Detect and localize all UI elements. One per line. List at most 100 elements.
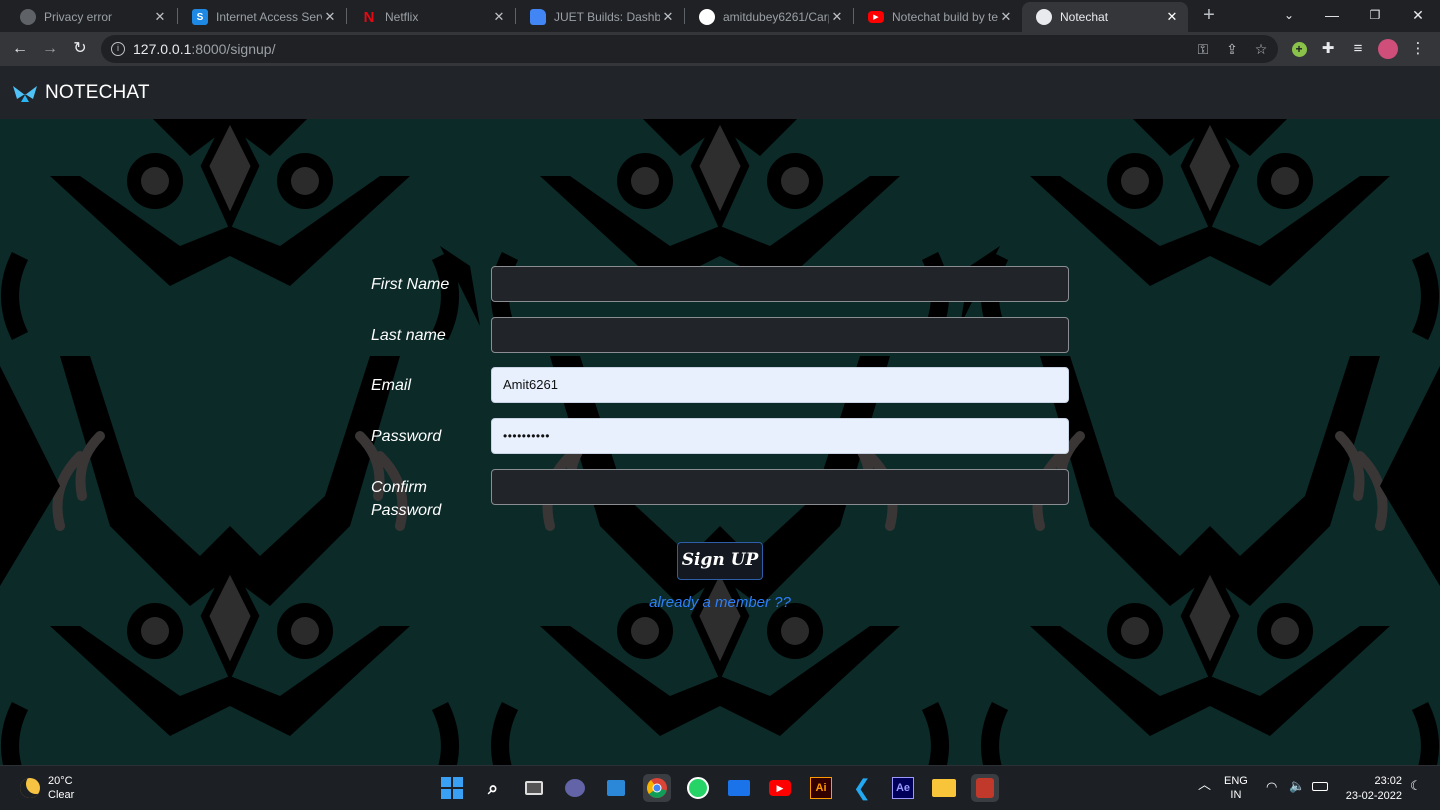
- tab-title: Internet Access Servic: [216, 10, 322, 24]
- task-view-icon[interactable]: [520, 774, 548, 802]
- windows-start-icon[interactable]: [438, 774, 466, 802]
- tab-internet-access[interactable]: S Internet Access Servic ✕: [178, 2, 346, 32]
- tab-title: Notechat build by tea: [892, 10, 998, 24]
- url-path: :8000/signup/: [191, 41, 276, 57]
- minimize-button[interactable]: —: [1309, 0, 1355, 30]
- tab-title: Notechat: [1060, 10, 1109, 24]
- weather-desc: Clear: [48, 789, 75, 801]
- tab-youtube[interactable]: ▶ Notechat build by tea ✕: [854, 2, 1022, 32]
- last-name-input[interactable]: [491, 317, 1069, 353]
- email-input[interactable]: Amit6261: [491, 367, 1069, 403]
- sign-up-button[interactable]: Sign UP: [677, 542, 763, 580]
- brand-name: NOTECHAT: [45, 82, 150, 103]
- search-icon[interactable]: ⌕: [479, 774, 507, 802]
- browser-toolbar: ← → ↻ i 127.0.0.1:8000/signup/ ⚿ ⇪ ☆ + ✚…: [0, 32, 1440, 66]
- reload-button[interactable]: ↻: [68, 37, 92, 61]
- password-input[interactable]: ••••••••••: [491, 418, 1069, 454]
- tab-title: Privacy error: [44, 10, 113, 24]
- confirm-password-input[interactable]: [491, 469, 1069, 505]
- system-clock[interactable]: 23:02 23-02-2022: [1338, 774, 1402, 804]
- notechat-logo-icon: [13, 86, 37, 102]
- tab-search-icon[interactable]: ⌄: [1266, 0, 1312, 30]
- back-button[interactable]: ←: [8, 37, 32, 61]
- notifications-icon[interactable]: ☾: [1410, 779, 1422, 793]
- browser-tab-strip: Privacy error ✕ S Internet Access Servic…: [0, 0, 1440, 32]
- tab-notechat[interactable]: Notechat ✕: [1022, 2, 1188, 32]
- file-explorer-icon[interactable]: [930, 774, 958, 802]
- language-indicator[interactable]: ENG IN: [1224, 774, 1248, 802]
- vscode-icon[interactable]: ❮: [848, 774, 876, 802]
- mail-icon[interactable]: [725, 774, 753, 802]
- forward-button[interactable]: →: [38, 37, 62, 61]
- close-window-button[interactable]: ✕: [1395, 0, 1440, 30]
- tab-github[interactable]: amitdubey6261/Carp ✕: [685, 2, 853, 32]
- owl-pattern-background: [0, 66, 1440, 765]
- youtube-app-icon[interactable]: ▶: [766, 774, 794, 802]
- after-effects-icon[interactable]: Ae: [889, 774, 917, 802]
- already-member-link[interactable]: already a member ??: [649, 594, 791, 611]
- close-icon[interactable]: ✕: [152, 9, 168, 25]
- site-info-icon[interactable]: i: [111, 42, 125, 56]
- confirm-label-line1: Confirm: [371, 479, 428, 496]
- moon-icon: [20, 778, 40, 798]
- close-icon[interactable]: ✕: [660, 9, 676, 25]
- address-bar[interactable]: i 127.0.0.1:8000/signup/ ⚿ ⇪ ☆: [101, 35, 1278, 63]
- close-icon[interactable]: ✕: [998, 9, 1014, 25]
- globe-icon: [1036, 9, 1052, 25]
- close-icon[interactable]: ✕: [829, 9, 845, 25]
- github-icon: [699, 9, 715, 25]
- close-icon[interactable]: ✕: [1164, 9, 1180, 25]
- media-queue-icon[interactable]: ≡: [1348, 39, 1368, 59]
- share-icon[interactable]: ⇪: [1222, 40, 1242, 58]
- password-label: Password: [371, 428, 442, 445]
- clock-date: 23-02-2022: [1345, 790, 1402, 802]
- confirm-label-line2: Password: [371, 502, 442, 519]
- tab-title: Netflix: [385, 10, 419, 24]
- brand-link[interactable]: NOTECHAT: [12, 82, 150, 104]
- first-name-label: First Name: [371, 276, 450, 293]
- profile-avatar[interactable]: [1378, 39, 1398, 59]
- weather-temp: 20°C: [48, 775, 73, 787]
- tab-juet-builds[interactable]: JUET Builds: Dashboa ✕: [516, 2, 684, 32]
- tab-netflix[interactable]: N Netflix ✕: [347, 2, 515, 32]
- teams-chat-icon[interactable]: [561, 774, 589, 802]
- netflix-icon: N: [363, 8, 375, 26]
- close-icon[interactable]: ✕: [322, 9, 338, 25]
- extension-green-icon[interactable]: +: [1289, 39, 1309, 59]
- weather-widget[interactable]: 20°C Clear: [20, 774, 74, 802]
- language-line2: IN: [1230, 789, 1242, 801]
- whatsapp-icon[interactable]: [684, 774, 712, 802]
- windows-taskbar: 20°C Clear ⌕ ▶ Ai ❮ Ae ︿ ENG IN ◠ 🔈 23:0…: [0, 765, 1440, 810]
- bookmark-star-icon[interactable]: ☆: [1251, 40, 1271, 58]
- youtube-icon: ▶: [868, 11, 884, 23]
- extensions-puzzle-icon[interactable]: ✚: [1318, 39, 1338, 59]
- wifi-icon[interactable]: ◠: [1266, 780, 1277, 794]
- snipping-tool-icon[interactable]: [971, 774, 999, 802]
- page-viewport: NOTECHAT First Name Last name Email Amit…: [0, 66, 1440, 765]
- key-icon[interactable]: ⚿: [1193, 40, 1213, 58]
- last-name-label: Last name: [371, 327, 446, 344]
- restore-button[interactable]: ❐: [1352, 0, 1398, 30]
- tab-privacy-error[interactable]: Privacy error ✕: [6, 2, 176, 32]
- tab-title: amitdubey6261/Carp: [723, 10, 829, 24]
- globe-icon: [20, 9, 36, 25]
- clock-time: 23:02: [1374, 775, 1402, 787]
- email-label: Email: [371, 377, 412, 394]
- app-navbar: NOTECHAT: [0, 66, 1440, 119]
- illustrator-icon[interactable]: Ai: [807, 774, 835, 802]
- close-icon[interactable]: ✕: [491, 9, 507, 25]
- first-name-input[interactable]: [491, 266, 1069, 302]
- chrome-icon[interactable]: [643, 774, 671, 802]
- tray-overflow-chevron-icon[interactable]: ︿: [1198, 778, 1211, 792]
- document-icon: [530, 9, 546, 25]
- battery-icon[interactable]: [1312, 782, 1328, 791]
- confirm-password-label: Confirm Password: [371, 476, 441, 522]
- new-tab-button[interactable]: +: [1197, 4, 1221, 28]
- menu-kebab-icon[interactable]: ⋮: [1408, 39, 1428, 59]
- store-icon[interactable]: [602, 774, 630, 802]
- url-text: 127.0.0.1:8000/signup/: [133, 41, 275, 57]
- url-host: 127.0.0.1: [133, 41, 192, 57]
- s-logo-icon: S: [192, 9, 208, 25]
- volume-icon[interactable]: 🔈: [1289, 779, 1305, 793]
- language-line1: ENG: [1224, 775, 1248, 787]
